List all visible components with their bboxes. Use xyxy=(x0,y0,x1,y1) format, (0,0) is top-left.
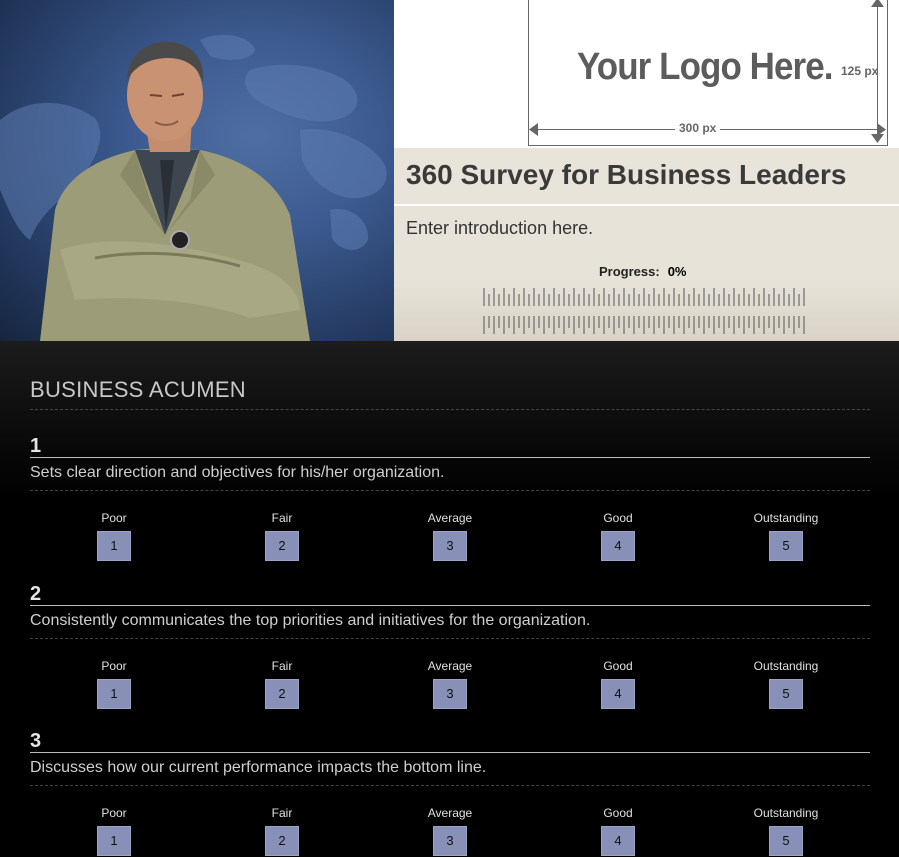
rating-option: Fair 2 xyxy=(222,511,342,561)
businessman-illustration xyxy=(0,34,387,341)
rating-button[interactable]: 1 xyxy=(97,826,131,856)
rating-label: Poor xyxy=(101,806,127,820)
question-divider xyxy=(30,785,870,786)
rating-label: Poor xyxy=(101,511,127,525)
progress-value: 0% xyxy=(667,264,687,279)
rating-label: Outstanding xyxy=(753,659,819,673)
hero-image xyxy=(0,0,394,341)
arrow-right-icon xyxy=(877,123,886,136)
rating-label: Fair xyxy=(271,659,293,673)
question-number: 2 xyxy=(30,583,42,605)
section-title: BUSINESS ACUMEN xyxy=(30,377,246,402)
rating-label: Average xyxy=(427,659,473,673)
rating-button[interactable]: 5 xyxy=(769,531,803,561)
question-item: 3 Discusses how our current performance i… xyxy=(30,730,870,857)
rating-label: Average xyxy=(427,511,473,525)
question-rule xyxy=(30,752,870,753)
header-right-panel: Your Logo Here. 125 px 300 px 360 Survey… xyxy=(394,0,899,341)
page-title: 360 Survey for Business Leaders xyxy=(406,159,847,190)
rating-option: Good 4 xyxy=(558,511,678,561)
question-item: 1 Sets clear direction and objectives for… xyxy=(30,435,870,575)
logo-height-label: 125 px xyxy=(841,64,879,78)
rating-option: Outstanding 5 xyxy=(726,806,846,856)
progress-label-text: Progress: xyxy=(599,264,660,279)
rating-button[interactable]: 1 xyxy=(97,531,131,561)
rating-label: Outstanding xyxy=(753,806,819,820)
logo-width-label: 300 px xyxy=(675,121,721,135)
logo-text: Your Logo Here. xyxy=(577,46,833,88)
height-dimension-line xyxy=(877,2,878,140)
rating-label: Good xyxy=(603,659,633,673)
rating-button[interactable]: 2 xyxy=(265,826,299,856)
question-divider xyxy=(30,638,870,639)
logo-placeholder: Your Logo Here. 125 px 300 px xyxy=(528,0,888,146)
rating-button[interactable]: 3 xyxy=(433,531,467,561)
rating-option: Fair 2 xyxy=(222,806,342,856)
question-rule xyxy=(30,605,870,606)
progress-bar xyxy=(483,288,805,334)
rating-button[interactable]: 2 xyxy=(265,679,299,709)
rating-option: Average 3 xyxy=(390,511,510,561)
question-rule xyxy=(30,457,870,458)
rating-button[interactable]: 4 xyxy=(601,826,635,856)
question-number: 3 xyxy=(30,730,42,752)
rating-button[interactable]: 5 xyxy=(769,826,803,856)
arrow-up-icon xyxy=(871,0,884,7)
survey-body: BUSINESS ACUMEN 1 Sets clear direction an… xyxy=(0,341,899,857)
rating-label: Good xyxy=(603,806,633,820)
rating-option: Fair 2 xyxy=(222,659,342,709)
intro-text: Enter introduction here. xyxy=(406,218,594,238)
rating-label: Fair xyxy=(271,806,293,820)
rating-option: Outstanding 5 xyxy=(726,659,846,709)
rating-label: Poor xyxy=(101,659,127,673)
question-item: 2 Consistently communicates the top prior… xyxy=(30,583,870,723)
survey-header: Your Logo Here. 125 px 300 px 360 Survey… xyxy=(0,0,899,341)
rating-button[interactable]: 3 xyxy=(433,679,467,709)
section-divider xyxy=(30,409,870,410)
rating-button[interactable]: 4 xyxy=(601,679,635,709)
rating-label: Average xyxy=(427,806,473,820)
rating-button[interactable]: 4 xyxy=(601,531,635,561)
rating-label: Good xyxy=(603,511,633,525)
survey-title-bar: 360 Survey for Business Leaders xyxy=(394,148,899,205)
rating-option: Good 4 xyxy=(558,806,678,856)
rating-option: Outstanding 5 xyxy=(726,511,846,561)
rating-label: Fair xyxy=(271,511,293,525)
rating-option: Poor 1 xyxy=(54,511,174,561)
arrow-left-icon xyxy=(529,123,538,136)
question-text: Discusses how our current performance im… xyxy=(30,759,487,776)
rating-button[interactable]: 5 xyxy=(769,679,803,709)
rating-button[interactable]: 3 xyxy=(433,826,467,856)
rating-option: Average 3 xyxy=(390,806,510,856)
rating-button[interactable]: 1 xyxy=(97,679,131,709)
question-text: Sets clear direction and objectives for … xyxy=(30,464,445,481)
rating-option: Good 4 xyxy=(558,659,678,709)
progress-label: Progress: 0% xyxy=(599,264,687,279)
rating-option: Poor 1 xyxy=(54,806,174,856)
question-number: 1 xyxy=(30,435,42,457)
rating-option: Average 3 xyxy=(390,659,510,709)
rating-button[interactable]: 2 xyxy=(265,531,299,561)
question-text: Consistently communicates the top priori… xyxy=(30,612,591,629)
question-divider xyxy=(30,490,870,491)
rating-option: Poor 1 xyxy=(54,659,174,709)
intro-area: Enter introduction here. Progress: 0% xyxy=(394,206,899,341)
rating-label: Outstanding xyxy=(753,511,819,525)
